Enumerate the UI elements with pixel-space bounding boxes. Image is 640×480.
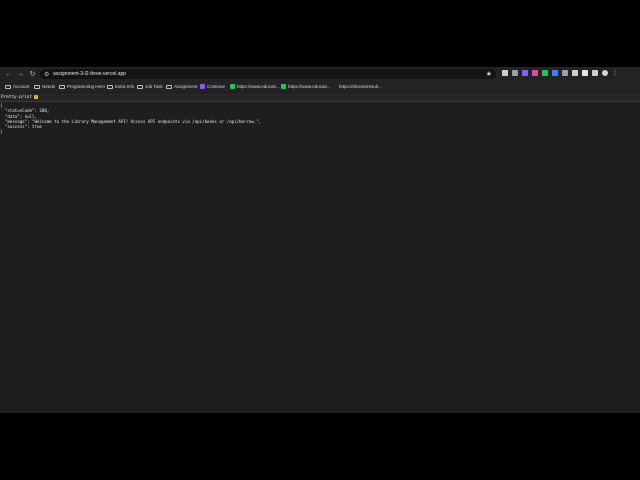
menu-icon[interactable]: ⋮: [612, 70, 618, 76]
json-line: }: [0, 129, 3, 135]
reload-button[interactable]: ↻: [29, 71, 36, 78]
json-line: "data": null,: [0, 113, 37, 119]
browser-window: ← → ↻ ⚙ assignment-3-l2-three.vercel.app…: [0, 67, 640, 413]
folder-icon: [34, 84, 40, 89]
avatar-icon[interactable]: [602, 70, 608, 76]
bookmark-item[interactable]: Needs: [34, 84, 55, 89]
folder-icon: [5, 84, 11, 89]
extension-icon[interactable]: [502, 70, 508, 76]
browser-toolbar: ← → ↻ ⚙ assignment-3-l2-three.vercel.app…: [0, 67, 640, 81]
json-response: { "statusCode": 200, "data": null, "mess…: [0, 103, 261, 135]
extension-icon[interactable]: [542, 70, 548, 76]
bookmark-item[interactable]: Extra Info: [107, 84, 134, 89]
json-line: "statusCode": 200,: [0, 108, 50, 114]
bookmark-item[interactable]: https://www.educati...: [230, 84, 280, 89]
bookmark-item[interactable]: https://ebooksresult...: [339, 84, 382, 89]
download-icon[interactable]: [572, 70, 578, 76]
bookmark-item[interactable]: Assignment: [166, 84, 198, 89]
json-line: {: [0, 103, 3, 108]
bookmark-item[interactable]: Continue: [200, 84, 225, 89]
json-line: "message": "Welcome to the Library Manag…: [0, 118, 262, 124]
pretty-print-label: Pretty-print: [1, 94, 33, 100]
back-button[interactable]: ←: [5, 71, 12, 78]
folder-icon: [166, 84, 172, 89]
forward-button[interactable]: →: [17, 71, 24, 78]
extension-icon[interactable]: [532, 70, 538, 76]
extensions-area: ⋮: [502, 70, 618, 76]
pretty-print-bar: Pretty-print ✓: [0, 93, 640, 102]
bookmarks-bar: Account Needs Programming Hero Extra Inf…: [0, 81, 640, 92]
bookmark-star-icon[interactable]: ★: [486, 70, 492, 78]
bookmark-item[interactable]: https://www.educati...: [281, 84, 331, 89]
folder-icon: [137, 84, 143, 89]
sync-icon[interactable]: [592, 70, 598, 76]
nav-buttons: ← → ↻: [0, 71, 36, 78]
educative-favicon-icon: [281, 84, 286, 89]
folder-icon: [107, 84, 113, 89]
folder-icon: [59, 84, 65, 89]
shield-icon[interactable]: [582, 70, 588, 76]
extension-icon[interactable]: [552, 70, 558, 76]
continue-favicon-icon: [200, 84, 205, 89]
bookmark-item[interactable]: Account: [5, 84, 29, 89]
extension-icon[interactable]: [522, 70, 528, 76]
address-bar[interactable]: ⚙ assignment-3-l2-three.vercel.app ★: [40, 69, 496, 79]
url-text[interactable]: assignment-3-l2-three.vercel.app: [53, 71, 126, 77]
bookmark-item[interactable]: Programming Hero: [59, 84, 105, 89]
json-line: "success": true: [0, 124, 42, 130]
extension-icon[interactable]: [512, 70, 518, 76]
pretty-print-checkbox[interactable]: ✓: [34, 95, 39, 99]
microphone-icon[interactable]: [562, 70, 568, 76]
educative-favicon-icon: [230, 84, 235, 89]
bookmark-item[interactable]: Job Task: [137, 84, 163, 89]
site-info-icon[interactable]: ⚙: [44, 71, 50, 78]
